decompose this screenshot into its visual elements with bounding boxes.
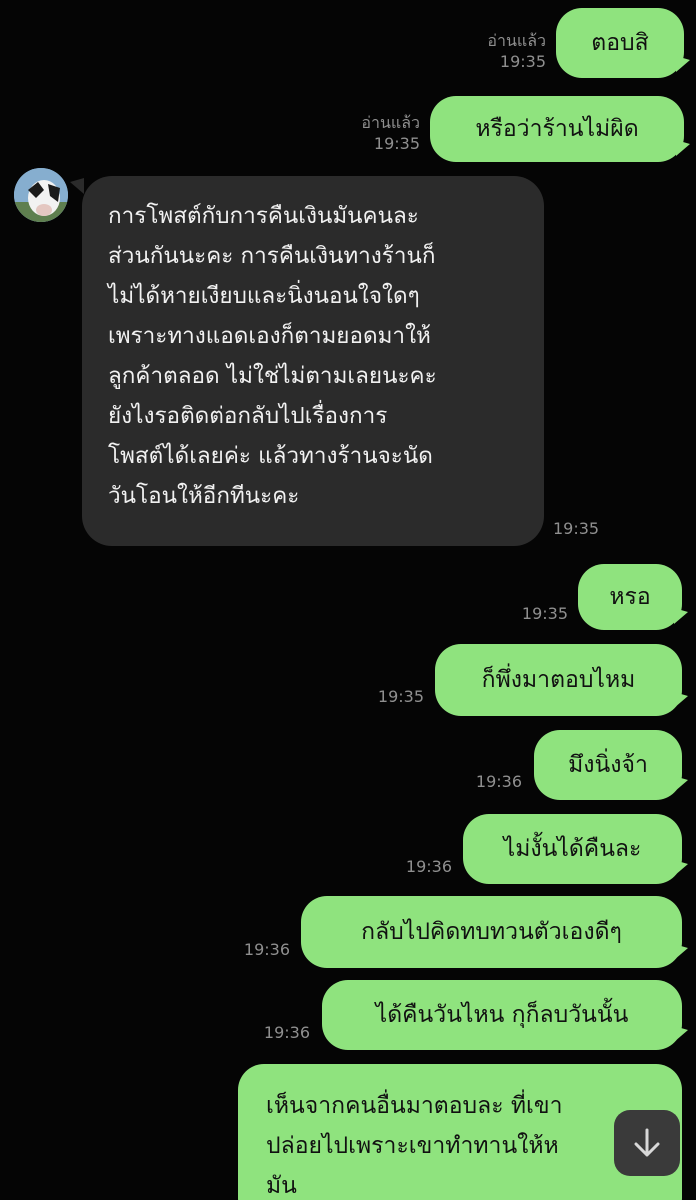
message-line: ไม่ได้หายเงียบและนิ่งนอนใจใดๆ: [108, 283, 420, 309]
message-time: 19:35: [377, 687, 424, 706]
cow-avatar-icon: [14, 168, 68, 222]
incoming-message-bubble[interactable]: การโพสต์กับการคืนเงินมันคนละ ส่วนกันนะคะ…: [82, 176, 544, 546]
message-time: 19:36: [405, 857, 452, 876]
message-time: 19:36: [263, 1023, 310, 1042]
read-status: อ่านแล้ว: [487, 31, 546, 50]
bubble-tail: [674, 692, 688, 708]
bubble-tail: [674, 776, 688, 792]
message-text: หรอ: [609, 583, 651, 610]
message-line: เพราะทางแอดเองก็ตามยอดมาให้: [108, 323, 431, 349]
chat-screen[interactable]: อ่านแล้ว 19:35 ตอบสิ อ่านแล้ว 19:35 หรือ…: [0, 0, 696, 1200]
message-text: กลับไปคิดทบทวนตัวเองดีๆ: [361, 918, 622, 945]
message-text: ก็พึ่งมาตอบไหม: [481, 666, 636, 693]
message-line: ยังไงรอติดต่อกลับไปเรื่องการ: [108, 403, 388, 429]
message-line: ลูกค้าตลอด ไม่ใช่ไม่ตามเลยนะคะ: [108, 363, 437, 389]
message-meta: อ่านแล้ว 19:35: [462, 30, 546, 72]
outgoing-message-bubble[interactable]: มึงนิ่งจ้า: [534, 730, 682, 800]
message-text: ไม่งั้นได้คืนละ: [503, 835, 642, 862]
message-line: ปล่อยไปเพราะเขาทำทานให้ห: [266, 1133, 559, 1159]
message-meta: อ่านแล้ว 19:35: [336, 112, 420, 154]
contact-avatar[interactable]: [14, 168, 68, 222]
outgoing-message-bubble[interactable]: ไม่งั้นได้คืนละ: [463, 814, 682, 884]
scroll-to-bottom-button[interactable]: [614, 1110, 680, 1176]
outgoing-message-bubble[interactable]: ก็พึ่งมาตอบไหม: [435, 644, 682, 716]
message-text: มึงนิ่งจ้า: [568, 751, 648, 778]
bubble-tail: [674, 944, 688, 960]
bubble-tail: [676, 56, 690, 72]
message-line: วันโอนให้อีกทีนะคะ: [108, 483, 300, 509]
bubble-tail: [674, 608, 688, 624]
message-time: 19:36: [243, 940, 290, 959]
message-line: โพสต์ได้เลยค่ะ แล้วทางร้านจะนัด: [108, 443, 433, 469]
message-time: 19:36: [475, 772, 522, 791]
bubble-tail: [674, 860, 688, 876]
message-time: 19:35: [521, 604, 568, 623]
read-status: อ่านแล้ว: [361, 113, 420, 132]
message-text: ตอบสิ: [591, 29, 649, 56]
message-line: การโพสต์กับการคืนเงินมันคนละ: [108, 203, 419, 229]
bubble-tail: [676, 140, 690, 156]
message-text: ได้คืนวันไหน กุก็ลบวันนั้น: [375, 1001, 629, 1028]
message-line: มัน: [266, 1173, 297, 1199]
message-time: 19:35: [553, 519, 600, 538]
arrow-down-icon: [634, 1128, 660, 1157]
message-time: 19:35: [499, 52, 546, 71]
outgoing-message-bubble[interactable]: หรือว่าร้านไม่ผิด: [430, 96, 684, 162]
outgoing-message-bubble[interactable]: ได้คืนวันไหน กุก็ลบวันนั้น: [322, 980, 682, 1050]
bubble-tail: [674, 1026, 688, 1042]
message-text: หรือว่าร้านไม่ผิด: [475, 115, 639, 142]
outgoing-message-bubble[interactable]: หรอ: [578, 564, 682, 630]
bubble-tail: [70, 178, 84, 194]
message-line: เห็นจากคนอื่นมาตอบละ ที่เขา: [266, 1093, 563, 1119]
outgoing-message-bubble[interactable]: กลับไปคิดทบทวนตัวเองดีๆ: [301, 896, 682, 968]
outgoing-message-bubble[interactable]: ตอบสิ: [556, 8, 684, 78]
message-line: ส่วนกันนะคะ การคืนเงินทางร้านก็: [108, 243, 436, 269]
message-time: 19:35: [373, 134, 420, 153]
